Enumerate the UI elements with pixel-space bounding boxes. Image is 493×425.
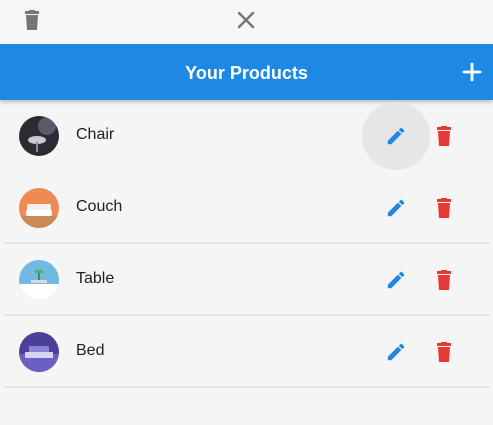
product-name: Bed	[76, 342, 105, 359]
app-bar: Your Products	[0, 44, 493, 100]
trash-icon[interactable]	[23, 10, 41, 35]
list-item: Table	[0, 244, 493, 316]
pencil-icon	[387, 271, 405, 289]
product-avatar-chair	[19, 116, 59, 156]
edit-button[interactable]	[362, 318, 430, 386]
edit-button[interactable]	[362, 174, 430, 242]
edit-button[interactable]	[362, 102, 430, 170]
add-product-button[interactable]	[460, 60, 484, 84]
delete-button[interactable]	[432, 266, 456, 294]
delete-button[interactable]	[432, 194, 456, 222]
page-title: Your Products	[185, 63, 308, 83]
delete-button[interactable]	[432, 122, 456, 150]
plus-icon	[462, 62, 482, 82]
product-name: Table	[76, 270, 115, 287]
trash-icon	[437, 342, 451, 362]
divider	[4, 386, 489, 388]
trash-icon	[437, 198, 451, 218]
product-avatar-table	[19, 260, 59, 300]
pencil-icon	[387, 127, 405, 145]
top-action-bar	[0, 0, 493, 44]
close-icon[interactable]	[237, 11, 255, 34]
product-avatar-bed	[19, 332, 59, 372]
trash-icon	[437, 270, 451, 290]
edit-button[interactable]	[362, 246, 430, 314]
product-name: Couch	[76, 198, 123, 215]
pencil-icon	[387, 199, 405, 217]
product-list: Chair Couch Table Bed	[0, 100, 493, 388]
delete-button[interactable]	[432, 338, 456, 366]
product-name: Chair	[76, 126, 115, 143]
trash-icon	[437, 126, 451, 146]
list-item: Bed	[0, 316, 493, 388]
list-item: Couch	[0, 172, 493, 244]
product-avatar-couch	[19, 188, 59, 228]
list-item: Chair	[0, 100, 493, 172]
pencil-icon	[387, 343, 405, 361]
